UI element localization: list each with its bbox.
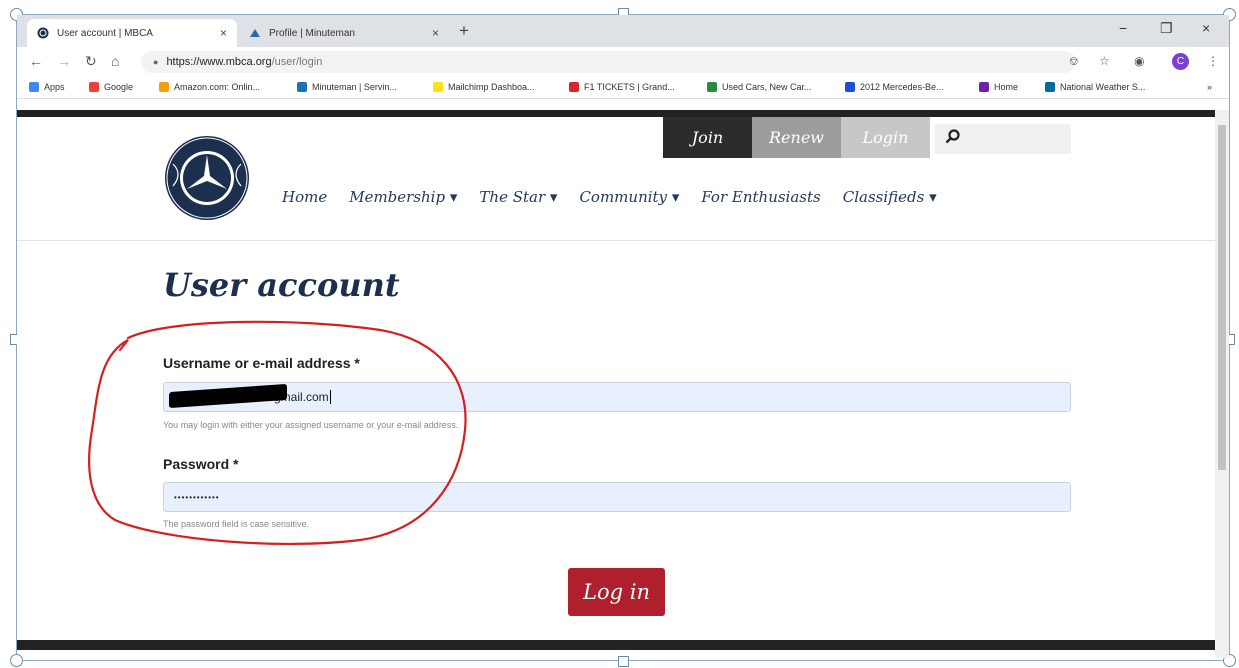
close-window-button[interactable]: × <box>1202 20 1210 36</box>
amazon-icon <box>159 82 169 92</box>
tab-profile-minuteman[interactable]: Profile | Minuteman × <box>239 19 449 47</box>
url-path: /user/login <box>271 56 323 68</box>
tab-title: Profile | Minuteman <box>269 27 355 39</box>
resize-handle-bottom[interactable] <box>618 656 629 667</box>
browser-chrome: User account | MBCA × Profile | Minutema… <box>17 15 1229 99</box>
bookmark-home[interactable]: Home <box>979 82 1018 92</box>
more-bookmarks-icon[interactable]: » <box>1207 82 1212 92</box>
new-tab-button[interactable]: + <box>459 21 469 41</box>
caret-down-icon: ▾ <box>929 188 937 206</box>
caret-down-icon: ▾ <box>549 188 558 206</box>
tab-user-account[interactable]: User account | MBCA × <box>27 19 237 47</box>
google-icon <box>89 82 99 92</box>
flag-icon <box>845 82 855 92</box>
url-host: https://www.mbca.org <box>166 56 272 68</box>
bookmark-mailchimp[interactable]: Mailchimp Dashboa... <box>433 82 535 92</box>
extension-icon[interactable]: ◉ <box>1134 54 1144 68</box>
menu-icon[interactable]: ⋮ <box>1207 54 1219 68</box>
password-value: •••••••••••• <box>174 492 220 502</box>
header-divider <box>17 240 1215 241</box>
mbca-favicon-icon <box>37 27 49 39</box>
tab-strip: User account | MBCA × Profile | Minutema… <box>17 15 1229 47</box>
site-search-input[interactable] <box>935 124 1071 154</box>
caret-down-icon: ▾ <box>671 188 680 206</box>
cars-icon <box>707 82 717 92</box>
nav-the-star[interactable]: The Star ▾ <box>479 188 557 206</box>
mbca-logo[interactable] <box>163 134 251 222</box>
scrollbar-thumb[interactable] <box>1218 125 1226 470</box>
bookmark-minuteman[interactable]: Minuteman | Servin... <box>297 82 397 92</box>
nav-home[interactable]: Home <box>282 188 327 206</box>
home-bookmark-icon <box>979 82 989 92</box>
top-band <box>17 110 1215 117</box>
bookmark-f1[interactable]: F1 TICKETS | Grand... <box>569 82 675 92</box>
caret-down-icon: ▾ <box>449 188 458 206</box>
nav-classifieds[interactable]: Classifieds ▾ <box>843 188 937 206</box>
address-bar-row: ← → ↻ ⌂ ● https://www.mbca.org/user/logi… <box>17 47 1229 77</box>
key-icon[interactable]: ⎊ <box>1069 54 1079 69</box>
login-link[interactable]: Login <box>841 117 930 158</box>
main-nav: Home Membership ▾ The Star ▾ Community ▾… <box>282 188 959 206</box>
nav-community[interactable]: Community ▾ <box>579 188 679 206</box>
forward-icon[interactable]: → <box>57 53 71 69</box>
bookmark-apps[interactable]: Apps <box>29 82 65 92</box>
login-submit-button[interactable]: Log in <box>568 568 665 616</box>
nav-for-enthusiasts[interactable]: For Enthusiasts <box>701 188 820 206</box>
text-cursor <box>329 390 331 404</box>
page-scrollbar[interactable] <box>1215 110 1229 658</box>
password-field[interactable]: •••••••••••• <box>163 482 1071 512</box>
join-button[interactable]: Join <box>663 117 752 158</box>
profile-avatar[interactable]: C <box>1172 53 1189 70</box>
utility-bar: Join Renew Login <box>663 117 930 158</box>
bookmark-mercedes[interactable]: 2012 Mercedes-Be... <box>845 82 944 92</box>
star-icon[interactable]: ☆ <box>1099 54 1110 68</box>
password-label: Password * <box>163 456 239 472</box>
page-title: User account <box>163 266 400 304</box>
weather-icon <box>1045 82 1055 92</box>
bottom-band <box>17 640 1215 650</box>
password-help: The password field is case sensitive. <box>163 519 310 529</box>
bookmark-weather[interactable]: National Weather S... <box>1045 82 1145 92</box>
mailchimp-icon <box>433 82 443 92</box>
bookmark-used-cars[interactable]: Used Cars, New Car... <box>707 82 812 92</box>
bookmarks-bar: Apps Google Amazon.com: Onlin... Minutem… <box>17 77 1229 99</box>
username-field[interactable]: gmail.com <box>163 382 1071 412</box>
resize-handle-bottom-left[interactable] <box>10 654 23 667</box>
back-icon[interactable]: ← <box>29 53 43 69</box>
home-icon[interactable]: ⌂ <box>111 53 119 69</box>
username-help: You may login with either your assigned … <box>163 420 459 430</box>
url-field[interactable]: ● https://www.mbca.org/user/login <box>141 51 1076 73</box>
web-page: Join Renew Login Home Membership ▾ The S… <box>17 110 1215 650</box>
bookmark-amazon[interactable]: Amazon.com: Onlin... <box>159 82 260 92</box>
lock-icon: ● <box>153 57 159 67</box>
apps-grid-icon <box>29 82 39 92</box>
search-icon[interactable] <box>945 129 960 149</box>
f1-icon <box>569 82 579 92</box>
minuteman-favicon-icon <box>249 27 261 39</box>
reload-icon[interactable]: ↻ <box>85 53 97 70</box>
tab-close-icon[interactable]: × <box>220 26 227 40</box>
minuteman-icon <box>297 82 307 92</box>
username-label: Username or e-mail address * <box>163 355 360 371</box>
nav-membership[interactable]: Membership ▾ <box>349 188 457 206</box>
tab-title: User account | MBCA <box>57 27 153 39</box>
tab-close-icon[interactable]: × <box>432 26 439 40</box>
bookmark-google[interactable]: Google <box>89 82 133 92</box>
renew-button[interactable]: Renew <box>752 117 841 158</box>
minimize-button[interactable]: − <box>1119 20 1127 36</box>
restore-button[interactable]: ❐ <box>1160 20 1173 37</box>
